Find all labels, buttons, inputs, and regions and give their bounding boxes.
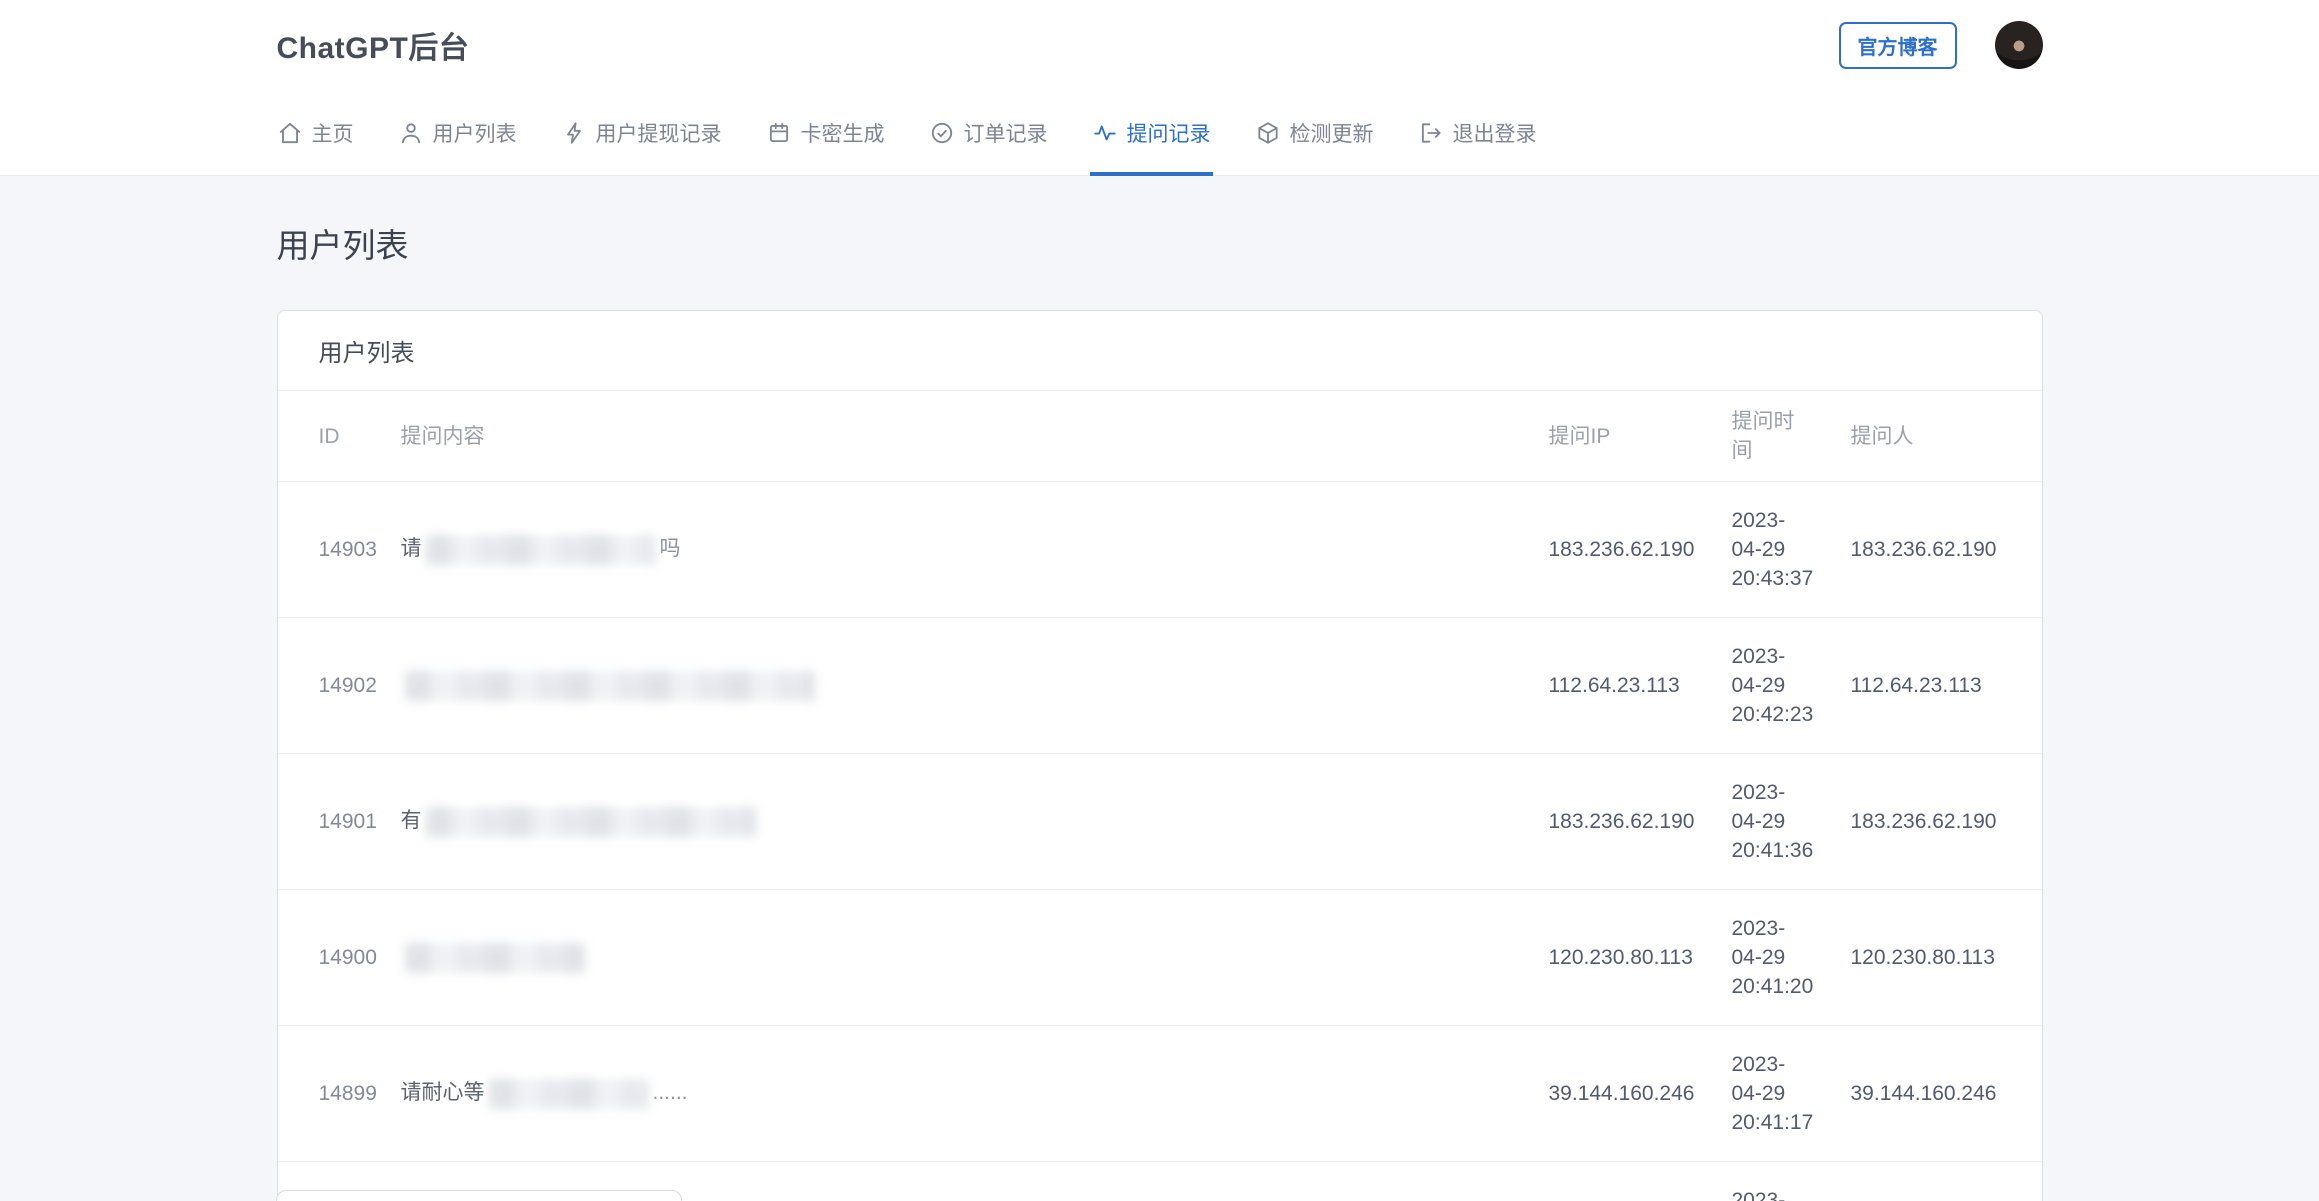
row-id-cell: 14902 [278,618,383,754]
row-time: 2023-04-29 20:42:23 [1714,618,1833,754]
table-row: 14901 有 183.236.62.190 2023-04-29 20:41:… [278,754,2042,890]
col-header-content: 提问内容 [383,391,1531,482]
main-navigation: 主页 用户列表 用户提现记录 卡密生成 订单记录 提问记录 检测更新 退出登录 [0,90,2319,176]
tab-label: 主页 [312,118,354,148]
user-list-card: 用户列表 ID 提问内容 提问IP 提问时间 提问人 14903 请吗 183.… [277,310,2043,1201]
tab-label: 提问记录 [1127,118,1211,148]
page-title: 用户列表 [277,228,2043,264]
user-icon [398,120,424,146]
row-content-cell: 有 [383,754,1531,890]
tab-card-generate[interactable]: 卡密生成 [766,90,885,175]
tab-logout[interactable]: 退出登录 [1418,90,1537,175]
row-content-prefix: 请 [401,537,422,560]
row-id-cell: 14901 [278,754,383,890]
row-content-cell [383,890,1531,1026]
logout-icon [1418,120,1444,146]
row-ip-cell [1531,1162,1714,1201]
redacted-content [426,535,656,565]
row-time-cell: 2023- [1714,1162,1833,1201]
official-blog-button[interactable]: 官方博客 [1839,22,1957,69]
row-id-cell: 14899 [278,1026,383,1162]
tab-user-list[interactable]: 用户列表 [398,90,517,175]
row-ip: 120.230.80.113 [1531,890,1714,1026]
row-id-cell: 14900 [278,890,383,1026]
row-content-prefix: 请耐心等 [401,1081,485,1104]
pulse-icon [1092,120,1118,146]
col-header-id: ID [278,391,383,482]
popover-partial [276,1190,682,1201]
row-time: 2023-04-29 20:41:17 [1714,1026,1833,1162]
row-asker: 39.144.160.246 [1833,1026,2042,1162]
row-id: 14899 [319,1082,377,1105]
tab-label: 用户列表 [433,118,517,148]
col-header-time: 提问时间 [1714,391,1833,482]
redacted-content [489,1079,649,1109]
top-header: ChatGPT后台 官方博客 [0,0,2319,90]
row-content-cell [383,618,1531,754]
row-ip: 183.236.62.190 [1531,754,1714,890]
row-id-cell: 14903 [278,482,383,618]
redacted-content [405,943,585,973]
user-avatar[interactable] [1995,21,2043,69]
check-circle-icon [929,120,955,146]
redacted-content [405,671,815,701]
tab-label: 卡密生成 [801,118,885,148]
cube-icon [1255,120,1281,146]
table-row: 14902 112.64.23.113 2023-04-29 20:42:23 … [278,618,2042,754]
row-content-cell: 请耐心等...... [383,1026,1531,1162]
home-icon [277,120,303,146]
row-content-suffix: ...... [653,1081,688,1104]
row-id: 14901 [319,810,377,833]
tab-check-update[interactable]: 检测更新 [1255,90,1374,175]
redacted-content [426,807,756,837]
col-header-ip: 提问IP [1531,391,1714,482]
row-id: 14903 [319,538,377,561]
row-asker: 112.64.23.113 [1833,618,2042,754]
tab-withdraw-records[interactable]: 用户提现记录 [561,90,722,175]
row-content-suffix: 吗 [660,537,681,560]
tab-home[interactable]: 主页 [277,90,354,175]
card-title: 用户列表 [278,311,2042,391]
row-content-cell: 请吗 [383,482,1531,618]
tab-label: 订单记录 [964,118,1048,148]
row-time: 2023-04-29 20:43:37 [1714,482,1833,618]
card-icon [766,120,792,146]
row-time: 2023-04-29 20:41:36 [1714,754,1833,890]
row-ip: 39.144.160.246 [1531,1026,1714,1162]
row-ip: 112.64.23.113 [1531,618,1714,754]
row-asker: 183.236.62.190 [1833,482,2042,618]
col-header-asker: 提问人 [1833,391,2042,482]
table-row: 14900 120.230.80.113 2023-04-29 20:41:20… [278,890,2042,1026]
row-content-prefix: 有 [401,809,422,832]
bolt-icon [561,120,587,146]
tab-order-records[interactable]: 订单记录 [929,90,1048,175]
table-row: 14899 请耐心等...... 39.144.160.246 2023-04-… [278,1026,2042,1162]
row-asker: 120.230.80.113 [1833,890,2042,1026]
tab-question-records[interactable]: 提问记录 [1092,90,1211,175]
row-id: 14900 [319,946,377,969]
table-row: 14903 请吗 183.236.62.190 2023-04-29 20:43… [278,482,2042,618]
tab-label: 检测更新 [1290,118,1374,148]
question-records-table: ID 提问内容 提问IP 提问时间 提问人 14903 请吗 183.236.6… [278,391,2042,1201]
tab-label: 用户提现记录 [596,118,722,148]
row-id: 14902 [319,674,377,697]
row-asker-cell [1833,1162,2042,1201]
row-ip: 183.236.62.190 [1531,482,1714,618]
tab-label: 退出登录 [1453,118,1537,148]
row-time: 2023-04-29 20:41:20 [1714,890,1833,1026]
page-content: 用户列表 用户列表 ID 提问内容 提问IP 提问时间 提问人 14903 请吗… [277,228,2043,1201]
row-asker: 183.236.62.190 [1833,754,2042,890]
table-header-row: ID 提问内容 提问IP 提问时间 提问人 [278,391,2042,482]
app-title: ChatGPT后台 [277,23,470,67]
